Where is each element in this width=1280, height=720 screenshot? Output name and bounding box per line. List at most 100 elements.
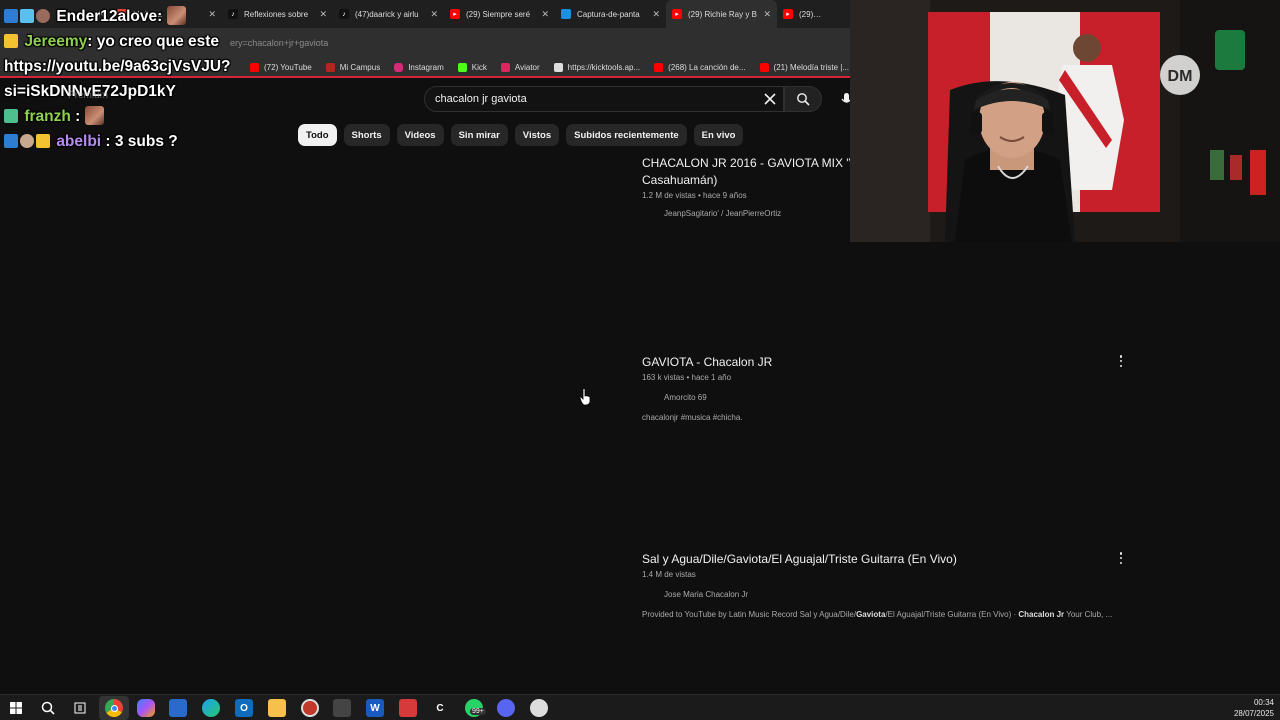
- webcam-feed: DM: [850, 0, 1280, 242]
- outlook-icon[interactable]: O: [235, 699, 253, 717]
- video-meta: 163 k vistas • hace 1 año: [642, 373, 732, 382]
- app-red-circle-icon[interactable]: [301, 699, 319, 717]
- app-c-icon[interactable]: C: [431, 699, 449, 717]
- chrome-icon[interactable]: [105, 699, 123, 717]
- app-blue-circle-icon[interactable]: [497, 699, 515, 717]
- more-options-icon[interactable]: [1116, 354, 1126, 368]
- chat-username: franzh: [24, 108, 71, 125]
- windows-start-icon[interactable]: [7, 699, 25, 717]
- system-clock[interactable]: 00:34 28/07/2025: [1234, 697, 1274, 719]
- bookmark-item[interactable]: Aviator: [500, 62, 540, 72]
- browser-tab[interactable]: ▸ (29) Siempre seré ✕: [444, 0, 555, 28]
- video-title[interactable]: GAVIOTA - Chacalon JR: [642, 354, 1132, 371]
- chip-todo[interactable]: Todo: [298, 124, 337, 146]
- chat-emote: [84, 106, 104, 125]
- image-file-icon: [561, 9, 571, 19]
- chat-link[interactable]: https://youtu.be/9a63cjVsVJU?: [4, 54, 274, 79]
- browser-tab-active[interactable]: ▸ (29) Richie Ray y B ✕: [666, 0, 777, 28]
- app-red-square-icon[interactable]: [399, 699, 417, 717]
- task-view-icon[interactable]: [71, 699, 89, 717]
- file-explorer-icon[interactable]: [268, 699, 286, 717]
- youtube-icon: ▸: [783, 9, 793, 19]
- campus-icon: [325, 62, 335, 72]
- bookmark-item[interactable]: (268) La canción de...: [654, 62, 746, 72]
- video-meta: 1.4 M de vistas: [642, 570, 696, 579]
- filter-chips: Todo Shorts Videos Sin mirar Vistos Subi…: [298, 124, 744, 146]
- youtube-icon: [759, 62, 769, 72]
- chat-link-continued[interactable]: si=iSkDNNvE72JpD1kY Premium: [4, 79, 274, 104]
- bookmark-item[interactable]: Kick: [457, 62, 487, 72]
- chat-message: Jereemy: yo creo que este: [4, 29, 274, 54]
- bookmark-item[interactable]: Instagram: [394, 62, 444, 72]
- app-controller-icon[interactable]: [333, 699, 351, 717]
- chip-subidos-recientemente[interactable]: Subidos recientemente: [566, 124, 687, 146]
- badge-icon: [20, 134, 34, 148]
- badge-icon: [36, 9, 50, 23]
- video-title[interactable]: Sal y Agua/Dile/Gaviota/El Aguajal/Trist…: [642, 551, 1132, 568]
- chip-sin-mirar[interactable]: Sin mirar: [450, 124, 508, 146]
- video-result[interactable]: Sal y Agua/Dile/Gaviota/El Aguajal/Trist…: [642, 551, 1132, 619]
- clock-time: 00:34: [1253, 698, 1274, 707]
- chat-text: 3 subs ?: [110, 133, 178, 150]
- tab-close-icon[interactable]: ✕: [430, 9, 438, 20]
- channel-name[interactable]: Amorcito 69: [642, 393, 1132, 402]
- youtube-icon: ▸: [450, 9, 460, 19]
- screen: tr✕ Mañana✕ ♪Reflexiones sobre✕ ♪(47)daa…: [0, 0, 1280, 720]
- chip-videos[interactable]: Videos: [396, 124, 444, 146]
- voice-search-button[interactable]: [834, 86, 850, 112]
- tab-close-icon[interactable]: ✕: [541, 9, 549, 20]
- search-icon: [797, 93, 810, 106]
- hand-cursor-icon: [579, 388, 591, 406]
- chat-message: abelbi : 3 subs ?: [4, 129, 274, 154]
- streamer-webcam-image: DM: [850, 0, 1280, 242]
- chat-username: abelbi: [56, 133, 102, 150]
- video-result[interactable]: GAVIOTA - Chacalon JR 163 k vistas • hac…: [642, 354, 1132, 422]
- bookmark-item[interactable]: https://kicktools.ap...: [553, 62, 640, 72]
- crown-badge-icon: [4, 34, 18, 48]
- bookmark-item[interactable]: (21) Melodía triste |...: [759, 62, 849, 72]
- grid-badge-icon: [4, 109, 18, 123]
- taskbar: O W C 99+ 00:34 28/07/2025: [0, 694, 1280, 720]
- chip-vistos[interactable]: Vistos: [514, 124, 560, 146]
- browser-tab[interactable]: Captura-de-panta ✕: [555, 0, 666, 28]
- notification-badge: 99+: [470, 708, 486, 715]
- instagram-icon: [394, 62, 404, 72]
- channel-name[interactable]: Jose Maria Chacalon Jr: [642, 590, 1132, 599]
- browser-tab[interactable]: ▸(29) Gav: [777, 0, 829, 28]
- youtube-icon: [654, 62, 664, 72]
- search-input[interactable]: chacalon jr gaviota: [424, 86, 784, 112]
- store-icon[interactable]: [169, 699, 187, 717]
- youtube-icon: ▸: [672, 9, 682, 19]
- clear-search-button[interactable]: [760, 89, 780, 109]
- clock-date: 28/07/2025: [1233, 709, 1274, 718]
- word-icon[interactable]: W: [366, 699, 384, 717]
- video-description: Provided to YouTube by Latin Music Recor…: [642, 610, 1113, 619]
- badge-icon: [20, 9, 34, 23]
- stream-chat-overlay: Ender12alove: Jereemy: yo creo que este …: [4, 4, 274, 154]
- search-button[interactable]: [784, 86, 822, 112]
- tab-close-icon[interactable]: ✕: [763, 9, 771, 20]
- more-options-icon[interactable]: [1116, 551, 1126, 565]
- copilot-icon[interactable]: [137, 699, 155, 717]
- search-icon[interactable]: [39, 699, 57, 717]
- tiktok-icon: ♪: [339, 9, 349, 19]
- chat-message: franzh :: [4, 104, 274, 129]
- app-twitch-like-icon[interactable]: [530, 699, 548, 717]
- tab-close-icon[interactable]: ✕: [319, 9, 327, 20]
- bookmark-item[interactable]: Mi Campus: [325, 62, 380, 72]
- edge-icon[interactable]: [202, 699, 220, 717]
- search-query-text[interactable]: chacalon jr gaviota: [435, 93, 527, 105]
- chip-en-vivo[interactable]: En vivo: [693, 124, 744, 146]
- tab-close-icon[interactable]: ✕: [652, 9, 660, 20]
- microphone-icon: [841, 93, 850, 103]
- chat-text: yo creo que este: [92, 33, 220, 50]
- chat-username: Ender12alove: [56, 8, 158, 25]
- close-icon: [764, 93, 776, 105]
- kick-icon: [457, 62, 467, 72]
- badge-icon: [4, 134, 18, 148]
- crown-badge-icon: [36, 134, 50, 148]
- chat-emote: [166, 6, 186, 25]
- chip-shorts[interactable]: Shorts: [343, 124, 390, 146]
- browser-tab[interactable]: ♪ (47)daarick y airlu ✕: [333, 0, 444, 28]
- svg-text:DM: DM: [1168, 68, 1193, 85]
